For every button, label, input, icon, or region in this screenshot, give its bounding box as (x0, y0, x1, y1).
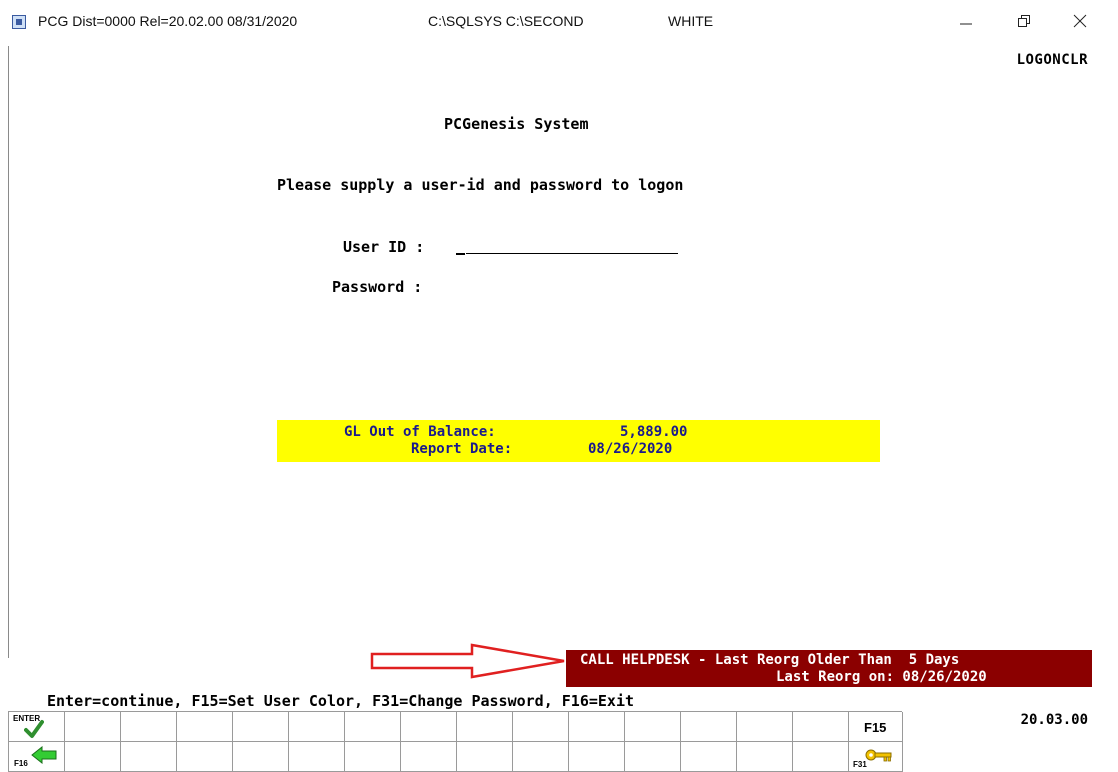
f16-exit-button[interactable]: F16 (9, 742, 65, 772)
left-divider (8, 46, 9, 658)
back-arrow-icon (31, 746, 57, 764)
checkmark-icon (24, 720, 44, 738)
fkey-slot[interactable] (177, 742, 233, 772)
fkey-slot[interactable] (65, 742, 121, 772)
screen-id: LOGONCLR (1016, 52, 1088, 68)
report-date-label: Report Date: (411, 441, 513, 457)
fkey-slot[interactable] (793, 742, 849, 772)
fkey-slot[interactable] (401, 712, 457, 742)
f31-change-password-button[interactable]: F31 (849, 742, 903, 772)
user-id-field[interactable] (466, 253, 678, 254)
fkey-slot[interactable] (401, 742, 457, 772)
fkey-slot[interactable] (625, 712, 681, 742)
footer-key-instructions: Enter=continue, F15=Set User Color, F31=… (47, 692, 634, 710)
fkey-slot[interactable] (289, 742, 345, 772)
fkey-slot[interactable] (345, 712, 401, 742)
report-date-value: 08/26/2020 (588, 441, 673, 457)
helpdesk-message: CALL HELPDESK - Last Reorg Older Than 5 … (580, 652, 960, 668)
fkey-slot[interactable] (625, 742, 681, 772)
key-icon (865, 749, 892, 762)
title-bar: PCG Dist=0000 Rel=20.02.00 08/31/2020 C:… (0, 0, 1118, 46)
restore-icon[interactable] (1004, 6, 1044, 36)
fkey-slot[interactable] (569, 742, 625, 772)
enter-key-button[interactable]: ENTER (9, 712, 65, 742)
fkey-slot[interactable] (681, 742, 737, 772)
user-id-label: User ID : (343, 238, 425, 256)
fkey-slot[interactable] (121, 742, 177, 772)
close-icon[interactable] (1060, 6, 1100, 36)
fkey-slot[interactable] (65, 712, 121, 742)
fkey-slot[interactable] (121, 712, 177, 742)
minimize-icon[interactable] (946, 6, 986, 36)
fkey-slot[interactable] (793, 712, 849, 742)
title-paths: C:\SQLSYS C:\SECOND (428, 13, 584, 29)
title-release-info: PCG Dist=0000 Rel=20.02.00 08/31/2020 (38, 13, 298, 29)
gl-balance-label: GL Out of Balance: (344, 424, 496, 440)
fkey-slot[interactable] (513, 712, 569, 742)
logon-instruction: Please supply a user-id and password to … (277, 176, 684, 194)
fkey-slot[interactable] (737, 712, 793, 742)
f15-label: F15 (864, 720, 887, 735)
fkey-slot[interactable] (569, 712, 625, 742)
title-color: WHITE (668, 13, 714, 29)
fkey-slot[interactable] (289, 712, 345, 742)
gl-balance-notice: GL Out of Balance: 5,889.00 Report Date:… (277, 420, 880, 462)
last-reorg-date: Last Reorg on: 08/26/2020 (776, 669, 987, 685)
password-label: Password : (332, 278, 423, 296)
version-number: 20.03.00 (1020, 712, 1088, 728)
f16-label: F16 (14, 759, 28, 768)
page-title: PCGenesis System (444, 115, 589, 133)
fkey-slot[interactable] (177, 712, 233, 742)
f15-button[interactable]: F15 (849, 712, 903, 742)
fkey-slot[interactable] (457, 742, 513, 772)
fkey-slot[interactable] (233, 712, 289, 742)
fkey-slot[interactable] (737, 742, 793, 772)
fkey-slot[interactable] (681, 712, 737, 742)
fkey-slot[interactable] (457, 712, 513, 742)
fkey-slot[interactable] (233, 742, 289, 772)
helpdesk-warning-banner: CALL HELPDESK - Last Reorg Older Than 5 … (566, 650, 1092, 687)
fkey-slot[interactable] (345, 742, 401, 772)
app-icon[interactable] (12, 15, 26, 29)
text-cursor (456, 253, 465, 255)
fkey-slot[interactable] (513, 742, 569, 772)
function-key-bar: ENTER F15 F16 F31 (8, 711, 903, 772)
pointer-arrow-icon (370, 643, 565, 679)
gl-balance-value: 5,889.00 (620, 424, 688, 440)
